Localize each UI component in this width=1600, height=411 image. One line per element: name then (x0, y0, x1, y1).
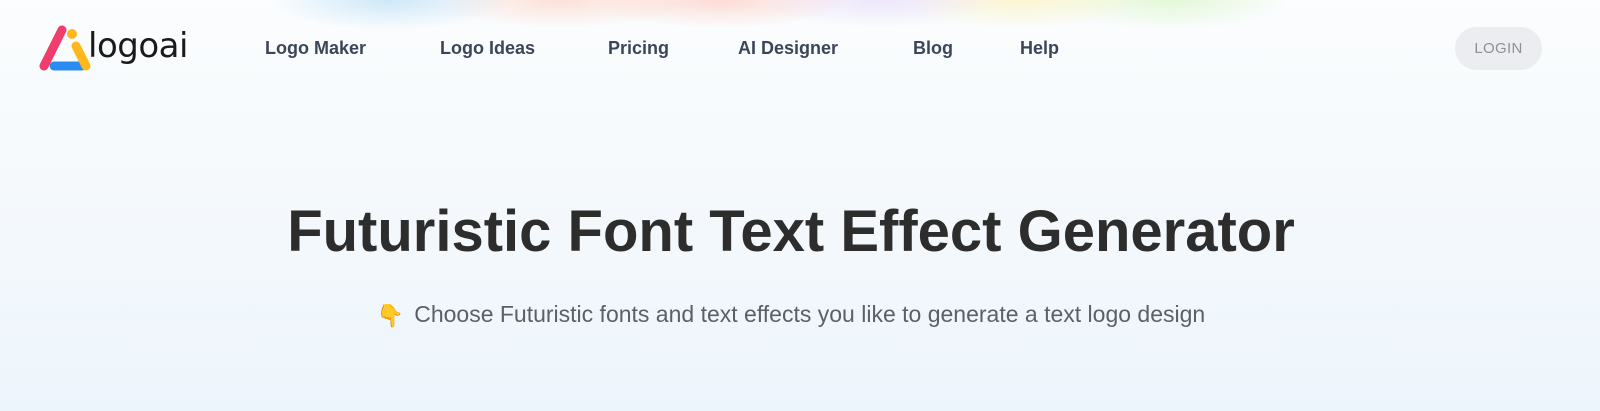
nav-item-help[interactable]: Help (1020, 36, 1080, 60)
hero-subtitle: 👇 Choose Futuristic fonts and text effect… (0, 298, 1582, 332)
nav-item-blog[interactable]: Blog (913, 36, 1020, 60)
pointing-down-hand-icon: 👇 (376, 303, 405, 328)
logoai-wordmark: logoai (88, 26, 188, 66)
site-header: logoai Logo Maker Logo Ideas Pricing AI … (0, 0, 1600, 100)
login-button[interactable]: LOGIN (1455, 27, 1542, 70)
nav-item-logo-maker[interactable]: Logo Maker (265, 36, 440, 60)
nav-item-logo-ideas[interactable]: Logo Ideas (440, 36, 608, 60)
main-nav: Logo Maker Logo Ideas Pricing AI Designe… (265, 36, 1080, 60)
nav-item-pricing[interactable]: Pricing (608, 36, 738, 60)
hero-subtitle-text: Choose Futuristic fonts and text effects… (414, 301, 1206, 327)
page-title: Futuristic Font Text Effect Generator (287, 199, 1295, 264)
logoai-mark-icon (39, 25, 91, 71)
nav-item-ai-designer[interactable]: AI Designer (738, 36, 913, 60)
logoai-logo-link[interactable]: logoai (38, 22, 188, 74)
